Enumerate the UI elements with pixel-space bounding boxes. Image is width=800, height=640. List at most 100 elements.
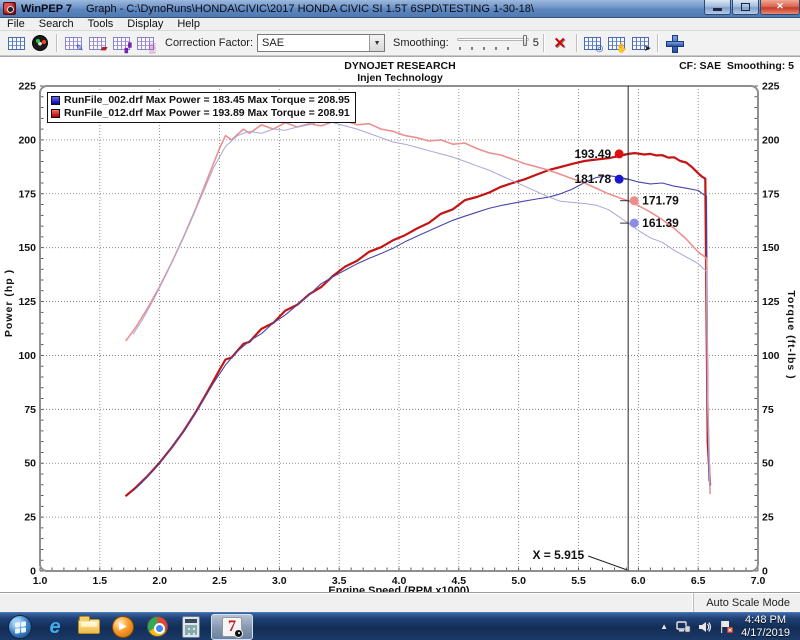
clock-date: 4/17/2019 xyxy=(741,627,790,640)
y-tick-label-left: 200 xyxy=(18,134,36,146)
chevron-down-icon[interactable]: ▼ xyxy=(369,35,384,51)
winpep-window: WinPEP 7 Graph - C:\DynoRuns\HONDA\CIVIC… xyxy=(0,0,800,640)
maximize-button[interactable] xyxy=(732,0,759,15)
y-tick-label-left: 50 xyxy=(24,458,36,470)
menu-search[interactable]: Search xyxy=(32,18,81,31)
y-tick-label-left: 225 xyxy=(18,81,36,93)
delete-run-button[interactable]: ✕ xyxy=(549,33,571,53)
smoothing-value: 5 xyxy=(533,37,539,49)
y-tick-label-right: 150 xyxy=(762,242,780,254)
graph-multi-button[interactable]: ▒ xyxy=(134,33,156,53)
y-tick-label-left: 25 xyxy=(24,512,36,524)
marker-value-label: 161.39 xyxy=(642,216,679,230)
marker-value-label: 193.49 xyxy=(574,147,611,161)
crosshair-icon xyxy=(666,35,682,51)
chart-legend: RunFile_002.drf Max Power = 183.45 Max T… xyxy=(47,92,356,123)
winpep-icon: 7 xyxy=(222,617,242,637)
taskbar-internet-explorer[interactable]: e xyxy=(40,614,70,640)
marker-value-label: 181.78 xyxy=(574,172,611,186)
hand-icon: ✋ xyxy=(608,37,625,50)
legend-row-runfile-002: RunFile_002.drf Max Power = 183.45 Max T… xyxy=(51,94,350,107)
series-runfile-012-power xyxy=(126,153,710,496)
cursor-arrow-icon: ➤ xyxy=(632,37,649,50)
correction-factor-select[interactable]: SAE ▼ xyxy=(257,34,385,52)
graph-pencil-icon: ✎ xyxy=(65,37,82,50)
y-tick-label-right: 50 xyxy=(762,458,774,470)
pan-button[interactable]: ✋ xyxy=(606,33,628,53)
start-button[interactable] xyxy=(8,615,32,639)
slider-ticks xyxy=(459,47,519,50)
clock-time: 4:48 PM xyxy=(741,614,790,627)
dyno-plot[interactable]: X = 5.915193.49181.78171.79161.391.01.52… xyxy=(0,57,800,593)
menu-help[interactable]: Help xyxy=(170,18,207,31)
graph-compare-button[interactable]: ▞ xyxy=(110,33,132,53)
chart-area: DYNOJET RESEARCH Injen Technology CF: SA… xyxy=(0,56,800,592)
winpep-app-icon xyxy=(3,2,16,15)
series-runfile-002-torque xyxy=(133,121,710,490)
y-tick-label-left: 100 xyxy=(18,350,36,362)
menu-tools[interactable]: Tools xyxy=(81,18,121,31)
y-tick-label-right: 225 xyxy=(762,81,780,93)
windows-logo-icon xyxy=(15,621,26,634)
crosshair-button[interactable] xyxy=(663,33,685,53)
delete-x-icon: ✕ xyxy=(554,34,567,52)
taskbar: e ▶ 7 ▲ 4:48 PM 4/17/2019 xyxy=(0,612,800,640)
media-player-icon: ▶ xyxy=(112,616,134,638)
zoom-button[interactable]: ◎ xyxy=(582,33,604,53)
volume-icon[interactable] xyxy=(698,620,712,634)
legend-row-runfile-012: RunFile_012.drf Max Power = 193.89 Max T… xyxy=(51,107,350,120)
menu-file[interactable]: File xyxy=(0,18,32,31)
gauge-view-button[interactable] xyxy=(29,33,51,53)
slider-handle[interactable] xyxy=(523,35,527,46)
action-center-flag-icon[interactable] xyxy=(719,620,734,634)
taskbar-media-player[interactable]: ▶ xyxy=(108,614,138,640)
taskbar-clock[interactable]: 4:48 PM 4/17/2019 xyxy=(741,614,790,640)
calculator-icon xyxy=(182,616,200,638)
maximize-icon xyxy=(741,3,750,11)
toolbar-separator xyxy=(576,34,577,52)
app-name: WinPEP 7 xyxy=(21,3,72,15)
magnifier-icon: ◎ xyxy=(584,37,601,50)
legend-text: RunFile_012.drf Max Power = 193.89 Max T… xyxy=(64,107,350,120)
correction-factor-label: Correction Factor: xyxy=(165,37,253,49)
smoothing-slider[interactable] xyxy=(457,35,529,51)
system-tray: ▲ 4:48 PM 4/17/2019 xyxy=(660,614,800,640)
close-button[interactable]: ✕ xyxy=(760,0,800,15)
y-axis-label-power: Power (hp ) xyxy=(3,269,15,337)
graph-view-button[interactable] xyxy=(5,33,27,53)
toolbar: ✎ ▰ ▞ ▒ Correction Factor: SAE ▼ Smoothi… xyxy=(0,31,800,56)
network-icon[interactable] xyxy=(676,620,691,634)
taskbar-winpep-active[interactable]: 7 xyxy=(211,614,253,640)
cursor-x-label: X = 5.915 xyxy=(532,548,584,562)
y-tick-label-right: 0 xyxy=(762,566,768,578)
taskbar-calculator[interactable] xyxy=(176,614,206,640)
smoothing-label: Smoothing: xyxy=(393,37,449,49)
menu-bar: File Search Tools Display Help xyxy=(0,18,800,31)
toolbar-separator xyxy=(56,34,57,52)
graph-overlay-button[interactable]: ▰ xyxy=(86,33,108,53)
legend-swatch-red xyxy=(51,109,60,118)
y-axis-label-torque: Torque (ft-lbs ) xyxy=(785,291,797,380)
graph-compare-icon: ▞ xyxy=(113,37,130,50)
legend-swatch-blue xyxy=(51,96,60,105)
tray-expand-icon[interactable]: ▲ xyxy=(660,622,668,631)
y-tick-label-right: 175 xyxy=(762,188,780,200)
graph-multi-icon: ▒ xyxy=(137,37,154,50)
toolbar-separator xyxy=(543,34,544,52)
y-tick-label-right: 125 xyxy=(762,296,780,308)
legend-text: RunFile_002.drf Max Power = 183.45 Max T… xyxy=(64,94,350,107)
y-tick-label-right: 25 xyxy=(762,512,774,524)
marker-dot-161.39 xyxy=(630,219,638,227)
title-bar[interactable]: WinPEP 7 Graph - C:\DynoRuns\HONDA\CIVIC… xyxy=(0,0,800,18)
select-button[interactable]: ➤ xyxy=(630,33,652,53)
status-bar: Auto Scale Mode xyxy=(0,592,800,612)
minimize-button[interactable] xyxy=(704,0,731,15)
taskbar-chrome[interactable] xyxy=(142,614,172,640)
y-tick-label-right: 75 xyxy=(762,404,774,416)
taskbar-file-explorer[interactable] xyxy=(74,614,104,640)
menu-display[interactable]: Display xyxy=(120,18,170,31)
gauge-icon xyxy=(32,35,48,51)
graph-edit-button[interactable]: ✎ xyxy=(62,33,84,53)
y-tick-label-left: 175 xyxy=(18,188,36,200)
minimize-icon xyxy=(713,8,722,11)
